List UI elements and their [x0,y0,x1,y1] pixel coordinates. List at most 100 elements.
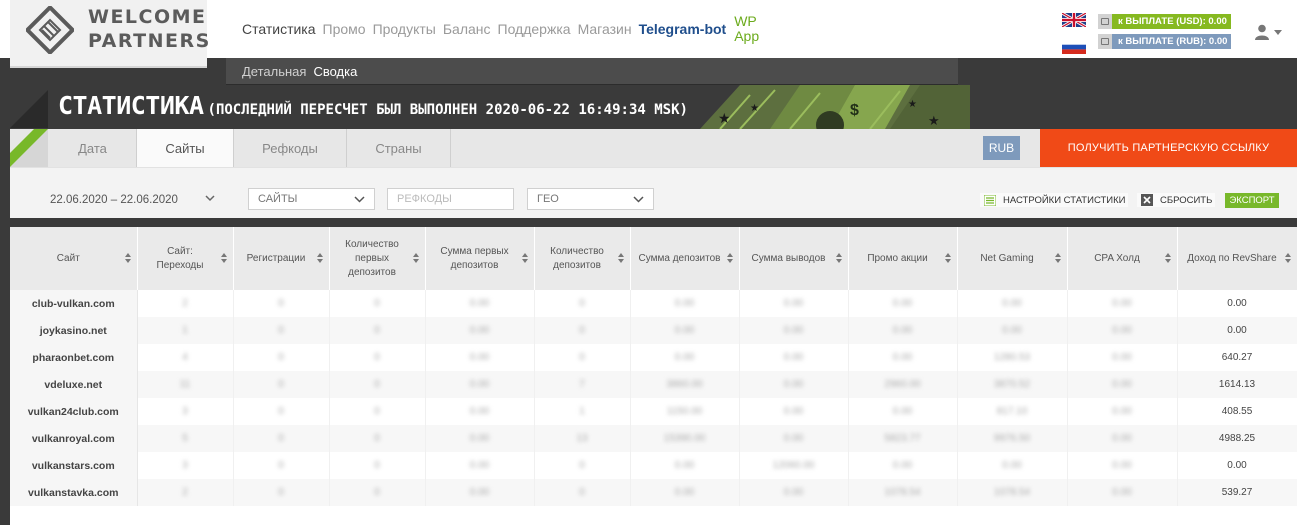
value-text: 0.00 [674,325,695,336]
value-cell: 5823.77 [848,425,958,452]
col-deposits-sum-header[interactable]: Сумма депозитов [630,227,740,290]
export-button[interactable]: ЭКСПОРТ [1225,193,1279,208]
table-row[interactable]: vulkanstavka.com 2 0 0 0.00 0 0.00 0.00 1078.54 1… [10,479,1297,506]
statistics-table-wrapper: Сайт Сайт: Переходы Регистрации Количество … [10,227,1297,525]
header-label: Количество депозитов [550,245,604,271]
sort-arrows-icon[interactable] [316,253,323,263]
value-cell: 2960.00 [848,371,958,398]
nav-statistics[interactable]: Статистика [242,21,316,37]
nav-products[interactable]: Продукты [373,21,436,37]
site-cell: vulkanstavka.com [10,479,138,506]
sort-arrows-icon[interactable] [726,253,733,263]
header-label: Количество первых депозитов [345,238,399,278]
sort-arrows-icon[interactable] [521,253,528,263]
value-cell: 0.00 [1067,398,1178,425]
value-cell: 0.00 [425,425,535,452]
reset-filters-button[interactable]: СБРОСИТЬ [1137,193,1216,207]
value-text: 0 [374,460,380,471]
sites-select[interactable]: САЙТЫ [248,188,375,210]
table-row[interactable]: vulkanstars.com 3 0 0 0.00 0 0.00 12060.00 0.00 0… [10,452,1297,479]
sort-arrows-icon[interactable] [220,253,227,263]
value-text: 0.00 [1002,325,1022,336]
subnav-summary[interactable]: Сводка [313,64,357,79]
value-cell: 0 [233,398,330,425]
col-first-deposits-sum-header[interactable]: Сумма первых депозитов [425,227,535,290]
sort-arrows-icon[interactable] [944,253,951,263]
geo-select[interactable]: ГЕО [527,188,654,210]
nav-support[interactable]: Поддержка [498,21,571,37]
value-text: 4 [182,352,188,363]
value-cell: 0.00 [739,344,849,371]
header-label: Сайт: Переходы [156,245,204,271]
value-cell: 0.00 [1067,290,1178,317]
table-row[interactable]: club-vulkan.com 2 0 0 0.00 0 0.00 0.00 0.00 0.00 0… [10,290,1297,317]
uk-flag-icon[interactable] [1061,11,1087,29]
date-range-picker[interactable]: 22.06.2020 – 22.06.2020 [50,194,178,206]
value-cell: 1 [534,398,631,425]
tab-countries[interactable]: Страны [347,129,451,167]
get-partner-link-button[interactable]: ПОЛУЧИТЬ ПАРТНЕРСКУЮ ССЫЛКУ [1040,129,1297,167]
tab-refcodes[interactable]: Рефкоды [234,129,347,167]
chevron-down-icon[interactable] [205,195,215,202]
value-cell: 0 [534,317,631,344]
value-text: 0 [278,433,284,444]
value-text: 0 [374,406,380,417]
user-menu-icon[interactable] [1254,24,1284,40]
filter-bar: 22.06.2020 – 22.06.2020 САЙТЫ РЕФКОДЫ ГЕ… [10,167,1297,218]
value-text: 0.00 [674,460,695,471]
sort-arrows-icon[interactable] [1164,253,1171,263]
revshare-cell: 640.27 [1177,344,1297,371]
col-revshare-income-header[interactable]: Доход по RevShare [1177,227,1297,290]
nav-wp-app[interactable]: WP App [734,14,759,44]
currency-rub-button[interactable]: RUB [983,136,1020,160]
statistics-settings-button[interactable]: НАСТРОЙКИ СТАТИСТИКИ [980,193,1129,207]
nav-promo[interactable]: Промо [323,21,366,37]
sort-arrows-icon[interactable] [835,253,842,263]
russia-flag-icon[interactable] [1062,40,1086,54]
value-cell: 0.00 [739,371,849,398]
header-label: Доход по RevShare [1187,252,1277,264]
col-registrations-header[interactable]: Регистрации [233,227,330,290]
logo[interactable]: WELCOME PARTNERS [10,0,209,68]
payout-rub-badge[interactable]: к ВЫПЛАТЕ (RUB): 0.00 [1098,34,1232,49]
value-cell: 0.00 [1067,344,1178,371]
col-deposits-count-header[interactable]: Количество депозитов [534,227,631,290]
tab-date[interactable]: Дата [49,129,137,167]
col-first-deposits-count-header[interactable]: Количество первых депозитов [329,227,426,290]
col-cpa-hold-header[interactable]: CPA Холд [1067,227,1178,290]
value-text: 817.10 [996,406,1028,417]
value-text: 0.00 [783,487,804,498]
col-withdrawals-sum-header[interactable]: Сумма выводов [739,227,849,290]
col-site-header[interactable]: Сайт [10,227,138,290]
table-row[interactable]: vulkan24club.com 3 0 0 0.00 1 1150.00 0.00 0.00 8… [10,398,1297,425]
value-text: 0.00 [469,298,490,309]
col-site-clicks-header[interactable]: Сайт: Переходы [137,227,234,290]
header-label: Сумма депозитов [638,252,721,264]
value-cell: 9976.50 [957,425,1068,452]
table-row[interactable]: pharaonbet.com 4 0 0 0.00 0 0.00 0.00 0.00 1280.5… [10,344,1297,371]
value-cell: 0.00 [957,317,1068,344]
nav-balance[interactable]: Баланс [443,21,491,37]
value-text: 9976.50 [993,433,1031,444]
table-row[interactable]: vdeluxe.net 11 0 0 0.00 7 3860.00 0.00 2960.00 38… [10,371,1297,398]
value-cell: 12060.00 [739,452,849,479]
sort-arrows-icon[interactable] [1054,253,1061,263]
sort-arrows-icon[interactable] [124,253,131,263]
refcodes-input[interactable]: РЕФКОДЫ [387,188,514,210]
nav-telegram-bot[interactable]: Telegram-bot [639,21,727,37]
subnav-detailed[interactable]: Детальная [242,64,306,79]
sort-arrows-icon[interactable] [412,253,419,263]
header-label: Сумма первых депозитов [440,245,509,271]
nav-shop[interactable]: Магазин [578,21,632,37]
col-net-gaming-header[interactable]: Net Gaming [957,227,1068,290]
value-cell: 0.00 [848,290,958,317]
col-promo-header[interactable]: Промо акции [848,227,958,290]
sort-arrows-icon[interactable] [1284,253,1291,263]
value-text: 0.00 [674,298,695,309]
payout-usd-badge[interactable]: к ВЫПЛАТЕ (USD): 0.00 [1098,14,1231,29]
tab-sites[interactable]: Сайты [137,129,234,167]
sort-arrows-icon[interactable] [617,253,624,263]
svg-text:$: $ [850,102,859,119]
table-row[interactable]: vulkanroyal.com 5 0 0 0.00 13 15390.00 0.00 5823… [10,425,1297,452]
table-row[interactable]: joykasino.net 1 0 0 0.00 0 0.00 0.00 0.00 0.00 0.0… [10,317,1297,344]
